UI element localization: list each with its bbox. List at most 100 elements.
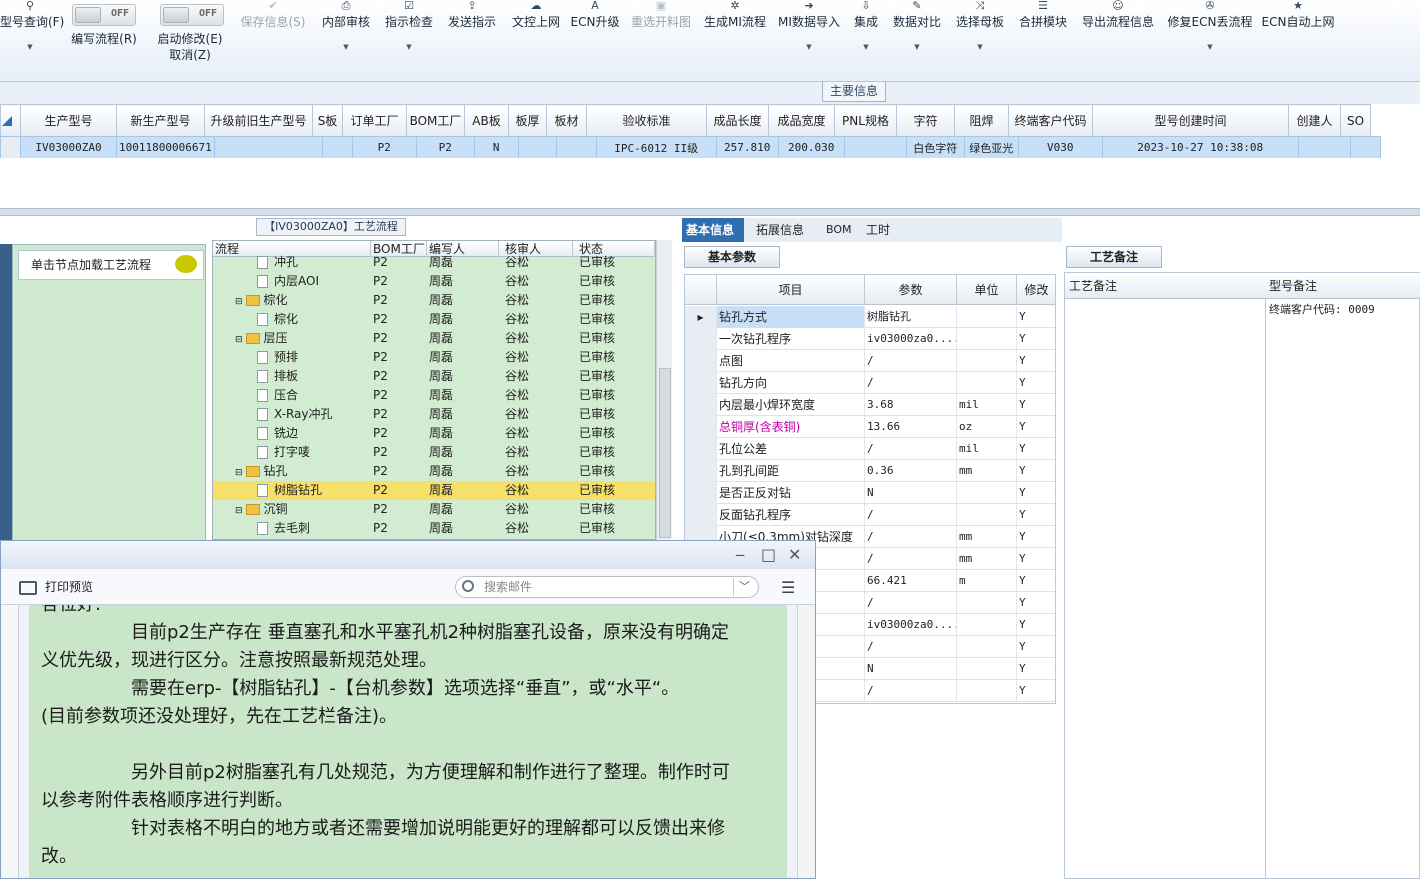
param-value[interactable]: iv03000za0.... xyxy=(865,328,957,350)
minimize-icon[interactable]: ‒ xyxy=(735,545,745,564)
param-value[interactable]: 树脂钻孔 xyxy=(865,306,957,328)
chevron-down-icon[interactable]: ▼ xyxy=(776,40,842,54)
toolbar-button-7[interactable]: ▣ 重选开料图 xyxy=(626,0,696,30)
main-info-row[interactable]: IV03000ZA0 10011800006671 P2 P2 N IPC-6012 II… xyxy=(0,136,1381,159)
param-value[interactable]: / xyxy=(865,680,957,702)
param-value[interactable]: / xyxy=(865,526,957,548)
collapse-icon[interactable]: ⊟ xyxy=(235,297,243,307)
tab-basic-info[interactable]: 基本信息 xyxy=(682,218,744,242)
remarks-tab[interactable]: 工艺备注 xyxy=(1066,246,1162,268)
process-row[interactable]: ⊟ 棕化 P2 周磊 谷松 已审核 xyxy=(213,291,655,310)
process-row[interactable]: X-Ray冲孔 P2 周磊 谷松 已审核 xyxy=(213,405,655,424)
toolbar-button-13[interactable]: ☰ 合拼模块 xyxy=(1016,0,1070,30)
menu-icon[interactable]: ☰ xyxy=(781,578,795,597)
grid-cell[interactable]: 白色字符 xyxy=(905,136,965,159)
param-value[interactable]: / xyxy=(865,592,957,614)
param-value[interactable]: / xyxy=(865,548,957,570)
grid-cell[interactable] xyxy=(517,136,557,159)
process-row[interactable]: 排板 P2 周磊 谷松 已审核 xyxy=(213,367,655,386)
toolbar-button-16[interactable]: ★ ECN自动上网 xyxy=(1260,0,1336,30)
grid-cell[interactable]: 10011800006671 xyxy=(116,136,215,159)
process-row[interactable]: 铣边 P2 周磊 谷松 已审核 xyxy=(213,424,655,443)
chevron-down-icon[interactable]: ▼ xyxy=(888,40,946,54)
print-preview-button[interactable]: 打印预览 xyxy=(19,578,93,596)
start-modify-toggle[interactable]: OFF xyxy=(160,4,224,26)
param-row[interactable]: 总铜厚(含表铜) 13.66 oz Y xyxy=(685,416,1055,438)
grid-cell[interactable] xyxy=(321,136,353,159)
grid-header-cell[interactable]: SO xyxy=(1340,104,1371,137)
grid-cell[interactable]: V030 xyxy=(1017,136,1103,159)
param-value[interactable]: / xyxy=(865,438,957,460)
tab-bom[interactable]: BOM xyxy=(822,218,856,242)
param-value[interactable]: / xyxy=(865,636,957,658)
param-row[interactable]: ▸ 钻孔方式 树脂钻孔 Y xyxy=(685,306,1055,328)
collapse-icon[interactable]: ⊟ xyxy=(235,335,243,345)
grid-cell[interactable]: N xyxy=(473,136,519,159)
process-row[interactable]: ⊟ 沉铜 P2 周磊 谷松 已审核 xyxy=(213,500,655,519)
grid-header-cell[interactable]: 创建人 xyxy=(1288,104,1341,137)
grid-header-cell[interactable]: 订单工厂 xyxy=(342,104,407,137)
collapse-icon[interactable]: ⊟ xyxy=(235,468,243,478)
toolbar-button-0[interactable]: ⚲ 型号查询(F) ▼ xyxy=(0,0,64,54)
param-row[interactable]: 孔到孔间距 0.36 mm Y xyxy=(685,460,1055,482)
toolbar-button-12[interactable]: ⤨ 选择母板 ▼ xyxy=(952,0,1008,54)
maximize-icon[interactable]: □ xyxy=(761,545,776,564)
grid-cell[interactable] xyxy=(1297,136,1351,159)
grid-cell[interactable]: IPC-6012 II级 xyxy=(595,136,717,159)
toolbar-button-8[interactable]: ✲ 生成MI流程 xyxy=(702,0,768,30)
close-icon[interactable]: ✕ xyxy=(788,545,801,564)
grid-header-cell[interactable]: 字符 xyxy=(896,104,955,137)
grid-header-cell[interactable]: 生产型号 xyxy=(20,104,117,137)
load-process-hint[interactable]: 单击节点加载工艺流程 xyxy=(18,250,204,280)
chevron-down-icon[interactable]: ▼ xyxy=(318,40,374,54)
param-row[interactable]: 孔位公差 / mil Y xyxy=(685,438,1055,460)
param-value[interactable]: 13.66 xyxy=(865,416,957,438)
param-value[interactable]: 66.421 xyxy=(865,570,957,592)
horizontal-splitter[interactable] xyxy=(0,208,1420,216)
toolbar-button-10[interactable]: ⇩ 集成 ▼ xyxy=(848,0,884,54)
param-row[interactable]: 内层最小焊环宽度 3.68 mil Y xyxy=(685,394,1055,416)
grid-header-cell[interactable]: 成品长度 xyxy=(706,104,769,137)
process-row[interactable]: 棕化 P2 周磊 谷松 已审核 xyxy=(213,310,655,329)
param-value[interactable]: 0.36 xyxy=(865,460,957,482)
grid-header-cell[interactable]: 终端客户代码 xyxy=(1008,104,1093,137)
process-row[interactable]: 树脂钻孔 P2 周磊 谷松 已审核 xyxy=(213,481,655,500)
collapse-icon[interactable]: ⊟ xyxy=(235,506,243,516)
param-value[interactable]: iv03000za0.... xyxy=(865,614,957,636)
toolbar-button-4[interactable]: ⇪ 发送指示 xyxy=(444,0,500,30)
chevron-down-icon[interactable]: ▼ xyxy=(848,40,884,54)
grid-cell[interactable]: 2023-10-27 10:38:08 xyxy=(1101,136,1299,159)
scroll-thumb[interactable] xyxy=(659,368,671,538)
grid-cell[interactable] xyxy=(1349,136,1381,159)
toolbar-button-14[interactable]: ☺ 导出流程信息 xyxy=(1078,0,1158,30)
toolbar-button-11[interactable]: ✎ 数据对比 ▼ xyxy=(888,0,946,54)
param-row[interactable]: 钻孔方向 / Y xyxy=(685,372,1055,394)
process-row[interactable]: 打字唛 P2 周磊 谷松 已审核 xyxy=(213,443,655,462)
toolbar-button-1[interactable]: ✔ 保存信息(S) xyxy=(238,0,308,30)
param-row[interactable]: 是否正反对钻 N Y xyxy=(685,482,1055,504)
grid-header-cell[interactable]: PNL规格 xyxy=(834,104,897,137)
model-remark-value[interactable]: 终端客户代码: 0009 xyxy=(1267,299,1377,319)
param-row[interactable]: 一次钻孔程序 iv03000za0.... Y xyxy=(685,328,1055,350)
grid-header-cell[interactable]: 验收标准 xyxy=(586,104,707,137)
write-process-toggle[interactable]: OFF xyxy=(72,4,136,26)
param-value[interactable]: N xyxy=(865,482,957,504)
param-value[interactable]: / xyxy=(865,372,957,394)
basic-params-tab[interactable]: 基本参数 xyxy=(684,246,780,268)
preview-scrollbar[interactable] xyxy=(797,605,815,878)
grid-cell[interactable] xyxy=(555,136,597,159)
grid-cell[interactable]: 绿色亚光 xyxy=(963,136,1019,159)
chevron-down-icon[interactable]: ﹀ xyxy=(733,578,755,596)
param-row[interactable]: 反面钻孔程序 / Y xyxy=(685,504,1055,526)
process-row[interactable]: 冲孔 P2 周磊 谷松 已审核 xyxy=(213,253,655,272)
process-row[interactable]: 压合 P2 周磊 谷松 已审核 xyxy=(213,386,655,405)
process-row[interactable]: 去毛刺 P2 周磊 谷松 已审核 xyxy=(213,519,655,538)
chevron-down-icon[interactable]: ▼ xyxy=(0,40,60,54)
grid-cell[interactable]: P2 xyxy=(415,136,475,159)
chevron-down-icon[interactable]: ▼ xyxy=(1166,40,1254,54)
process-row[interactable]: ⊟ 钻孔 P2 周磊 谷松 已审核 xyxy=(213,462,655,481)
grid-cell[interactable]: IV03000ZA0 xyxy=(20,136,117,159)
tab-extended-info[interactable]: 拓展信息 xyxy=(752,218,808,242)
grid-cell[interactable] xyxy=(843,136,907,159)
chevron-down-icon[interactable]: ▼ xyxy=(952,40,1008,54)
